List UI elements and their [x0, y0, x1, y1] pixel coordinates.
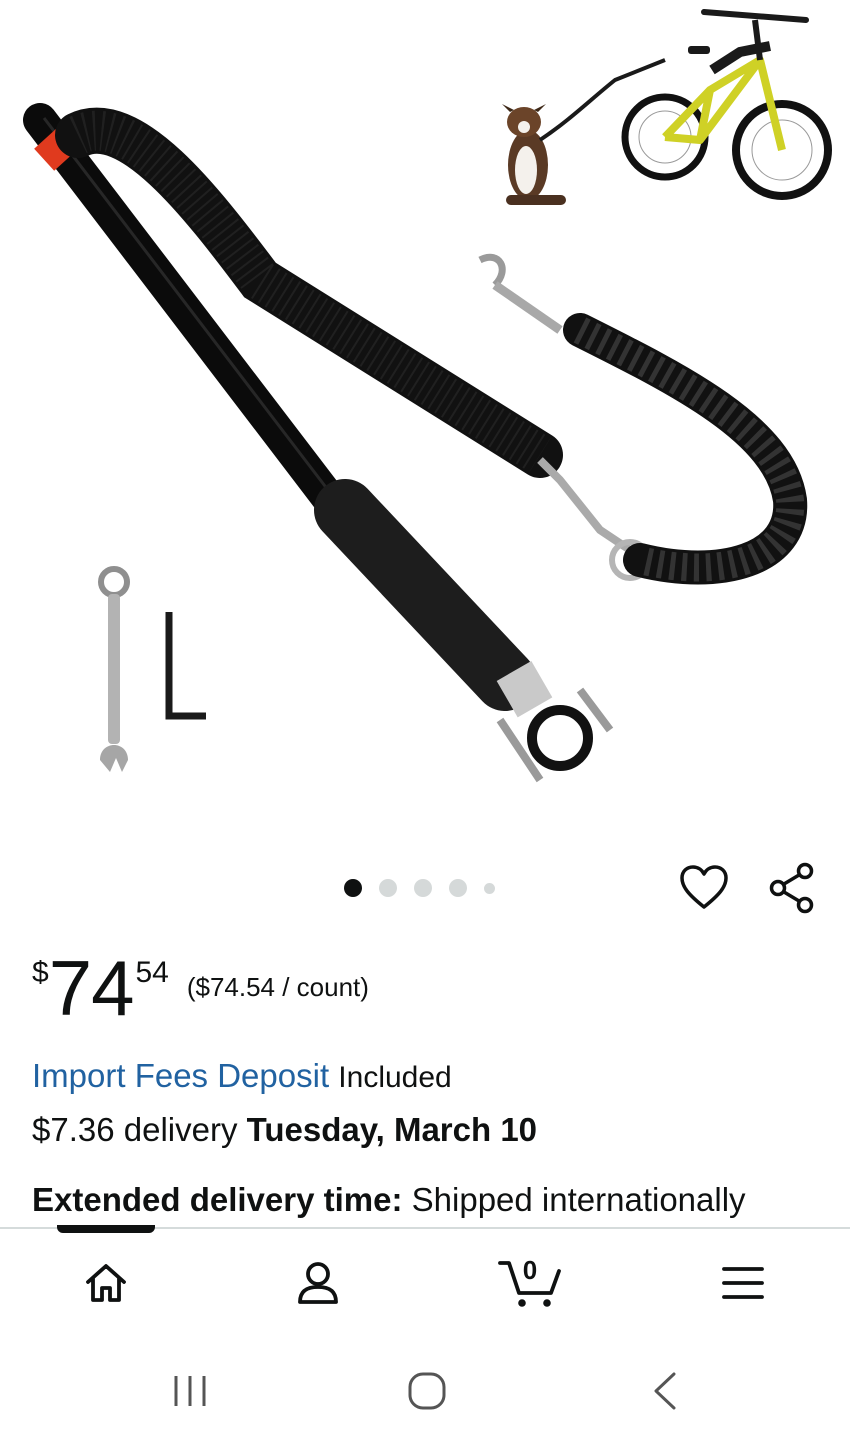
import-fees-row: Import Fees Deposit Included: [32, 1056, 452, 1098]
home-icon: [86, 1264, 126, 1302]
system-home-button[interactable]: [392, 1366, 462, 1416]
extended-delivery-label: Extended delivery time:: [32, 1181, 403, 1218]
home-circle-icon: [408, 1372, 446, 1410]
back-icon: [654, 1372, 676, 1410]
carousel-dot[interactable]: [449, 879, 467, 897]
active-tab-indicator: [57, 1225, 155, 1233]
price-fraction: 54: [135, 956, 169, 989]
bike-dog-illustration: [502, 9, 832, 205]
carousel-dot[interactable]: [484, 882, 495, 894]
bungee-leash: [478, 253, 808, 585]
share-button[interactable]: [764, 860, 820, 916]
carousel-dot[interactable]: [414, 879, 432, 897]
wrench-and-hex-key: [98, 566, 206, 772]
heart-icon: [680, 865, 728, 909]
recents-button[interactable]: [155, 1366, 225, 1416]
recents-icon: [174, 1376, 206, 1406]
nav-menu[interactable]: [703, 1253, 783, 1313]
nav-account[interactable]: [278, 1253, 358, 1313]
price-per-unit: ($74.54 / count): [186, 972, 369, 1002]
extended-delivery-row: Extended delivery time: Shipped internat…: [32, 1180, 746, 1220]
carousel-dot[interactable]: [344, 879, 362, 897]
account-icon: [298, 1262, 338, 1304]
image-carousel-dots: [344, 878, 495, 898]
import-fees-link[interactable]: Import Fees Deposit: [32, 1057, 329, 1094]
delivery-date: Tuesday, March 10: [246, 1111, 538, 1148]
nav-cart[interactable]: 0: [490, 1253, 570, 1313]
delivery-row: $7.36 delivery Tuesday, March 10: [32, 1110, 537, 1150]
extended-delivery-text: Shipped internationally: [411, 1181, 746, 1218]
cart-count-badge: 0: [522, 1255, 538, 1285]
price: $ 74 54 ($74.54 / count): [32, 948, 369, 1028]
import-fees-status: Included: [338, 1061, 452, 1094]
delivery-price: $7.36 delivery: [32, 1111, 238, 1148]
menu-icon: [722, 1267, 764, 1299]
price-symbol: $: [32, 956, 49, 989]
system-back-button[interactable]: [630, 1366, 700, 1416]
carousel-dot[interactable]: [379, 879, 397, 897]
price-whole: 74: [48, 944, 135, 1032]
nav-home[interactable]: [66, 1253, 146, 1313]
favorite-button[interactable]: [676, 860, 732, 916]
product-image[interactable]: [0, 0, 850, 840]
system-navigation-bar: [0, 1340, 850, 1440]
share-icon: [769, 862, 814, 914]
bottom-navigation: 0: [0, 1225, 850, 1340]
